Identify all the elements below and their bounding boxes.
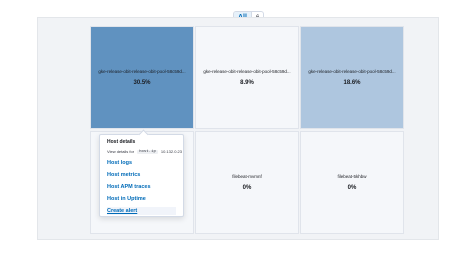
node-name: gke-release-obit-release-obit-pool-58c59… — [203, 69, 291, 74]
host-in-uptime-link[interactable]: Host in Uptime — [107, 196, 176, 202]
node-value: 0% — [347, 185, 357, 191]
node-tile[interactable]: gke-release-obit-release-obit-pool-58c59… — [300, 26, 404, 129]
node-value: 18.6% — [343, 80, 361, 86]
node-name: filebeat-5khbw — [337, 174, 367, 179]
host-apm-traces-link[interactable]: Host APM traces — [107, 184, 176, 190]
node-tile[interactable]: gke-release-obit-release-obit-pool-58c59… — [195, 26, 299, 129]
node-tile[interactable]: filebeat-mvmnf 0% — [195, 131, 299, 234]
view-details-row: View details for host.ip 10.132.0.23 — [107, 149, 182, 154]
node-tile[interactable]: filebeat-5khbw 0% — [300, 131, 404, 234]
node-name: filebeat-mvmnf — [232, 174, 262, 179]
host-logs-link[interactable]: Host logs — [107, 160, 176, 166]
field-chip: host.ip — [137, 149, 158, 154]
node-name: gke-release-obit-release-obit-pool-58c59… — [98, 69, 186, 74]
host-ip-value: 10.132.0.23 — [160, 149, 183, 154]
host-metrics-link[interactable]: Host metrics — [107, 172, 176, 178]
node-value: 0% — [242, 185, 252, 191]
popover-title: Host details — [107, 139, 136, 145]
node-value: 8.9% — [240, 80, 254, 86]
create-alert-link[interactable]: Create alert — [107, 207, 176, 215]
node-tile[interactable]: gke-release-obit-release-obit-pool-58c59… — [90, 26, 194, 129]
node-name: gke-release-obit-release-obit-pool-58c59… — [308, 69, 396, 74]
node-value: 30.5% — [133, 80, 151, 86]
node-context-popover: Host details View details for host.ip 10… — [99, 129, 184, 217]
view-details-label: View details for — [107, 149, 135, 154]
